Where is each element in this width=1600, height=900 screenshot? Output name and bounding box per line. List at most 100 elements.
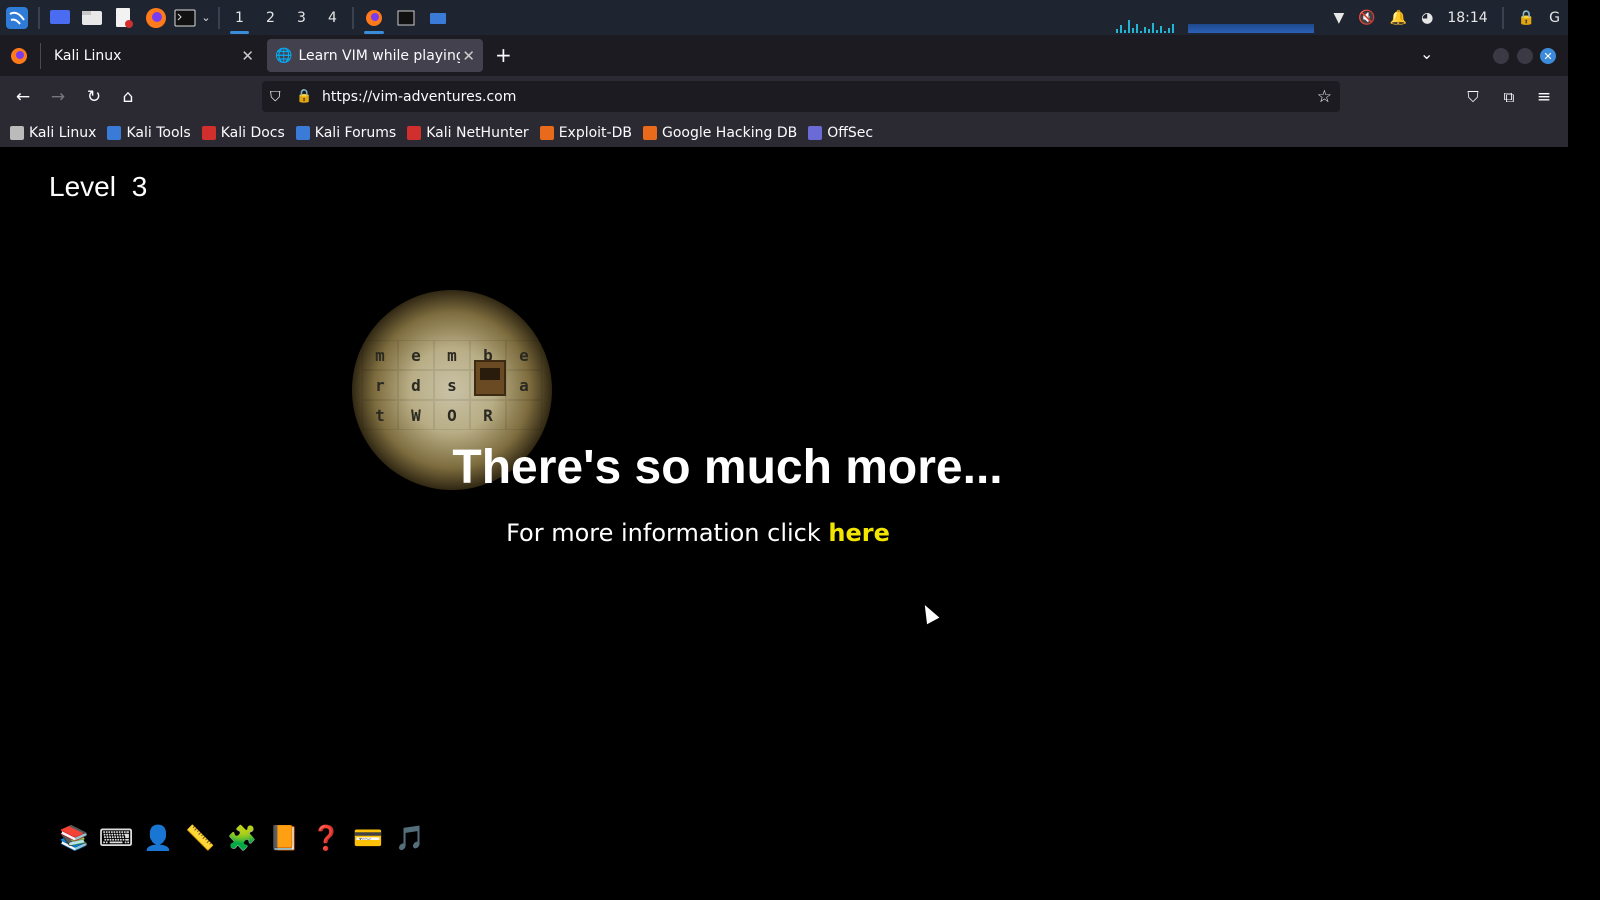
bookmark-label: Kali Docs [220,124,285,141]
desktop-icon[interactable] [44,0,76,35]
bookmark-favicon-icon [295,125,310,140]
maximize-window-button[interactable] [1517,48,1533,64]
workspace-2[interactable]: 2 [255,0,286,35]
close-tab-icon[interactable]: ✕ [241,47,254,65]
notification-bell-icon[interactable]: 🔔 [1390,10,1407,26]
books-icon[interactable]: 📚 [58,822,90,854]
bookmark-item[interactable]: Exploit-DB [539,125,632,141]
workspace-label: 1 [235,9,244,26]
list-all-tabs-icon[interactable]: ⌄ [1420,44,1433,63]
character-icon[interactable]: 👤 [142,822,174,854]
extensions-icon[interactable]: ⧉ [1498,86,1520,108]
puzzle-icon[interactable]: 🧩 [226,822,258,854]
game-toolbar: 📚 ⌨ 👤 📏 🧩 📙 ❓ 💳 🎵 [58,822,426,854]
bookmark-favicon-icon [201,125,216,140]
info-text: For more information click [506,519,821,547]
treasure-chest-icon [474,360,506,396]
bookmark-label: Kali Forums [314,124,397,141]
level-label: Level [49,171,116,202]
info-link[interactable]: here [828,519,889,547]
reload-icon[interactable]: ↻ [83,86,105,108]
close-window-button[interactable]: ✕ [1540,48,1556,64]
workspace-label: 3 [297,9,306,26]
bookmark-item[interactable]: Kali NetHunter [407,124,529,141]
grid-cell: s [434,370,470,400]
grid-cell: a [506,370,542,400]
workspace-1[interactable]: 1 [224,0,255,35]
grid-cell: O [434,400,470,430]
new-tab-button[interactable]: + [495,43,512,67]
menu-icon[interactable]: ≡ [1533,86,1555,108]
wifi-icon[interactable]: ▼ [1333,10,1344,26]
grid-cell: e [506,340,542,370]
tab-label: Kali Linux [54,47,122,64]
firefox-view-icon[interactable] [10,47,28,69]
book-icon[interactable]: 📙 [268,822,300,854]
text-editor-icon[interactable] [108,0,140,35]
bookmark-label: Kali NetHunter [426,124,529,141]
minimize-window-button[interactable] [1493,48,1509,64]
game-page: Level 3 memberdsatWOR There's so much mo… [0,147,1568,882]
pocket-icon[interactable]: ⛉ [1462,86,1484,108]
bookmark-item[interactable]: Kali Docs [201,124,285,141]
close-tab-icon[interactable]: ✕ [462,47,475,65]
bookmark-favicon-icon [539,125,554,140]
ruler-icon[interactable]: 📏 [184,822,216,854]
file-manager-icon[interactable] [76,0,108,35]
bookmark-item[interactable]: OffSec [808,125,873,141]
tab-kali-linux[interactable]: Kali Linux ✕ [46,39,262,72]
lock-icon[interactable]: 🔒 [1518,10,1535,26]
bookmark-favicon-icon [10,125,24,140]
grid-cell: m [362,340,398,370]
globe-icon: 🌐 [275,47,293,64]
bookmark-item[interactable]: Kali Linux [10,125,96,141]
bookmark-item[interactable]: Kali Forums [295,124,397,141]
network-graph [1188,24,1314,33]
home-icon[interactable]: ⌂ [117,86,139,108]
grid-cell: e [398,340,434,370]
kali-menu-icon[interactable] [0,0,34,35]
system-tray: ▼ 🔇 🔔 ◕ 18:14 🔒 G [1333,0,1568,35]
keyboard-icon[interactable]: ⌨ [99,822,134,854]
info-line: For more information click here [0,519,1396,547]
forward-icon[interactable]: → [47,86,69,108]
url-text[interactable]: https://vim-adventures.com [322,89,516,105]
back-icon[interactable]: ← [12,86,34,108]
taskbar-firefox-window[interactable] [358,0,390,35]
logout-icon[interactable]: G [1549,10,1560,26]
url-bar[interactable]: ⛉ 🔒 https://vim-adventures.com ☆ [262,81,1340,112]
firefox-launcher-icon[interactable] [140,0,172,35]
chevron-down-icon[interactable]: ⌄ [198,0,214,35]
bookmark-item[interactable]: Kali Tools [107,124,191,141]
workspace-4[interactable]: 4 [317,0,348,35]
bookmark-star-icon[interactable]: ☆ [1317,87,1332,107]
bookmark-item[interactable]: Google Hacking DB [642,124,798,141]
bookmark-label: Kali Tools [126,124,191,141]
bookmarks-toolbar: Kali Linux Kali Tools Kali Docs Kali Forums… [0,118,1568,147]
tray-separator [1501,6,1504,29]
workspace-label: 4 [328,9,337,26]
music-icon[interactable]: 🎵 [394,822,426,854]
terminal-launcher-icon[interactable] [172,0,198,35]
browser-navbar: ← → ↻ ⌂ ⛉ 🔒 https://vim-adventures.com ☆… [0,76,1568,118]
bookmark-favicon-icon [808,125,823,140]
clock[interactable]: 18:14 [1447,10,1487,26]
workspace-label: 2 [266,9,275,26]
help-icon[interactable]: ❓ [310,822,342,854]
workspace-3[interactable]: 3 [286,0,317,35]
bookmark-label: OffSec [827,124,874,141]
tracking-shield-icon[interactable]: ⛉ [270,89,281,105]
tab-vim-adventures[interactable]: 🌐 Learn VIM while playing a ✕ [267,39,483,72]
taskbar-folder-window[interactable] [422,0,454,35]
volume-muted-icon[interactable]: 🔇 [1358,10,1375,26]
grid-cell: d [398,370,434,400]
grid-cell: m [434,340,470,370]
power-icon[interactable]: ◕ [1421,10,1433,26]
bookmark-label: Google Hacking DB [661,124,798,141]
card-icon[interactable]: 💳 [352,822,384,854]
taskbar-terminal-window[interactable] [390,0,422,35]
taskbar-separator [218,6,220,29]
grid-cell: r [362,370,398,400]
lock-icon[interactable]: 🔒 [296,89,312,104]
bookmark-favicon-icon [642,125,657,140]
